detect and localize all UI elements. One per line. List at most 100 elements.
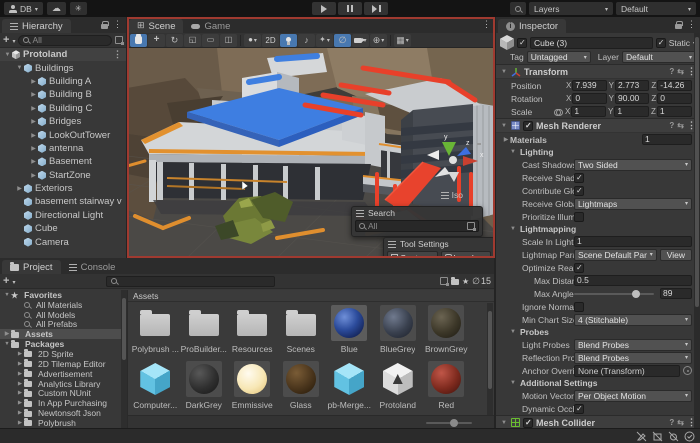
- hidden-objects-toggle[interactable]: [334, 34, 351, 47]
- additional-settings-foldout[interactable]: ▼Additional Settings: [496, 377, 700, 389]
- services-button[interactable]: [70, 2, 87, 15]
- asset-item[interactable]: DarkGrey: [180, 359, 227, 415]
- foldout-arrow[interactable]: [16, 410, 24, 416]
- account-button[interactable]: DB: [4, 2, 43, 15]
- move-tool-button[interactable]: [148, 34, 165, 47]
- foldout-arrow[interactable]: [16, 400, 24, 406]
- grid-settings-dropdown[interactable]: [394, 34, 411, 47]
- thumbnail-zoom-slider[interactable]: [426, 422, 472, 424]
- ignore-normals-checkbox[interactable]: [574, 302, 584, 312]
- shading-mode-dropdown[interactable]: [244, 34, 261, 47]
- hamburger-icon[interactable]: [356, 210, 364, 217]
- hidden-packages-toggle[interactable]: 15: [472, 276, 491, 286]
- hierarchy-item[interactable]: Cube: [0, 222, 126, 235]
- hierarchy-item[interactable]: Directional Light: [0, 209, 126, 222]
- hierarchy-item[interactable]: Building C: [0, 102, 126, 115]
- camera-dropdown[interactable]: [352, 34, 369, 47]
- scene-picker-icon[interactable]: [115, 36, 123, 44]
- asset-item[interactable]: Computer...: [132, 359, 179, 415]
- rect-tool-button[interactable]: [202, 34, 219, 47]
- project-tree-item[interactable]: 2D Tilemap Editor: [0, 359, 121, 369]
- hierarchy-item[interactable]: basement stairway v: [0, 195, 126, 208]
- project-tree-item[interactable]: Newtonsoft Json: [0, 408, 121, 418]
- lock-icon[interactable]: [675, 24, 682, 29]
- presets-icon[interactable]: [677, 418, 684, 427]
- gameobject-name-field[interactable]: Cube (3): [530, 37, 653, 49]
- asset-item[interactable]: Glass: [277, 359, 324, 415]
- foldout-arrow[interactable]: [15, 65, 24, 71]
- hierarchy-item[interactable]: LookOutTower: [0, 128, 126, 141]
- scale-y-field[interactable]: 1: [614, 106, 649, 117]
- project-tree-item[interactable]: All Materials: [0, 300, 121, 310]
- foldout-arrow[interactable]: [3, 341, 11, 347]
- foldout-arrow[interactable]: [16, 381, 24, 387]
- lighting-disabled-icon[interactable]: [652, 431, 663, 442]
- cloud-button[interactable]: [47, 2, 66, 15]
- foldout-arrow[interactable]: [29, 118, 38, 125]
- asset-item[interactable]: Emmissive: [229, 359, 276, 415]
- optimize-realtime-checkbox[interactable]: [574, 263, 584, 273]
- hierarchy-item[interactable]: Building B: [0, 88, 126, 101]
- scene-viewport[interactable]: y z x Iso Search All Tool Settings: [127, 48, 495, 258]
- paint-disabled-icon[interactable]: [636, 431, 647, 442]
- asset-item[interactable]: BrownGrey: [423, 303, 470, 359]
- project-tree-item[interactable]: In App Purchasing: [0, 398, 121, 408]
- assets-scrollbar[interactable]: [487, 303, 493, 415]
- max-angle-slider[interactable]: [574, 293, 654, 295]
- hierarchy-search-input[interactable]: All: [18, 35, 112, 46]
- layers-dropdown[interactable]: Layers: [529, 2, 613, 15]
- slider-knob[interactable]: [450, 419, 458, 427]
- scene-search-input[interactable]: All: [355, 220, 479, 232]
- orientation-mode-dropdown[interactable]: Local: [441, 251, 492, 258]
- light-probes-dropdown[interactable]: Blend Probes: [574, 339, 692, 351]
- project-tree-item[interactable]: Packages: [0, 339, 121, 349]
- tab-project[interactable]: Project: [2, 260, 61, 274]
- object-picker-icon[interactable]: [683, 366, 692, 375]
- contribute-gi-checkbox[interactable]: [574, 186, 584, 196]
- foldout-arrow[interactable]: [29, 172, 38, 179]
- inspector-scrollbar[interactable]: [694, 33, 700, 443]
- hand-tool-button[interactable]: [130, 34, 147, 47]
- scale-in-lightmap-field[interactable]: 1: [574, 236, 692, 247]
- hierarchy-item[interactable]: StartZone: [0, 169, 126, 182]
- rotation-x-field[interactable]: 0: [572, 93, 606, 104]
- favorites-star-icon[interactable]: [462, 277, 469, 286]
- foldout-arrow[interactable]: [3, 331, 11, 337]
- help-icon[interactable]: [669, 121, 674, 130]
- project-tree-item[interactable]: Advertisement: [0, 369, 121, 379]
- play-button[interactable]: [312, 2, 336, 15]
- project-tree-item[interactable]: Custom NUnit: [0, 388, 121, 398]
- kebab-menu-icon[interactable]: [482, 20, 491, 29]
- foldout-arrow[interactable]: [29, 158, 38, 165]
- step-button[interactable]: [364, 2, 388, 15]
- receive-gi-dropdown[interactable]: Lightmaps: [574, 198, 692, 210]
- hamburger-icon[interactable]: [388, 241, 396, 248]
- foldout-arrow[interactable]: [29, 78, 38, 85]
- foldout-arrow[interactable]: [3, 292, 11, 298]
- project-tree-item[interactable]: 2D Sprite: [0, 349, 121, 359]
- 2d-toggle-button[interactable]: 2D: [262, 34, 279, 47]
- project-tree-item[interactable]: Assets: [0, 329, 121, 339]
- scale-z-field[interactable]: 1: [657, 106, 692, 117]
- hierarchy-item[interactable]: Camera: [0, 235, 126, 248]
- kebab-menu-icon[interactable]: [113, 20, 122, 29]
- gizmos-dropdown[interactable]: [370, 34, 387, 47]
- view-button[interactable]: View: [660, 249, 692, 261]
- foldout-arrow[interactable]: [16, 390, 24, 396]
- kebab-menu-icon[interactable]: [687, 20, 696, 29]
- probes-foldout[interactable]: ▼Probes: [496, 326, 700, 338]
- transform-header[interactable]: ▼ Transform: [496, 64, 700, 79]
- rotate-tool-button[interactable]: [166, 34, 183, 47]
- layout-dropdown[interactable]: Default: [616, 2, 696, 15]
- search-by-type-icon[interactable]: [440, 277, 448, 285]
- lock-icon[interactable]: [101, 24, 108, 29]
- help-icon[interactable]: [669, 67, 674, 76]
- active-checkbox[interactable]: [517, 38, 527, 48]
- project-tree-item[interactable]: Favorites: [0, 290, 121, 300]
- picker-icon[interactable]: [467, 222, 475, 230]
- mesh-renderer-header[interactable]: ▼ Mesh Renderer: [496, 118, 700, 133]
- transform-tool-button[interactable]: [220, 34, 237, 47]
- pivot-mode-dropdown[interactable]: Center: [387, 251, 438, 258]
- tab-hierarchy[interactable]: Hierarchy: [2, 19, 71, 33]
- receive-shadows-checkbox[interactable]: [574, 173, 584, 183]
